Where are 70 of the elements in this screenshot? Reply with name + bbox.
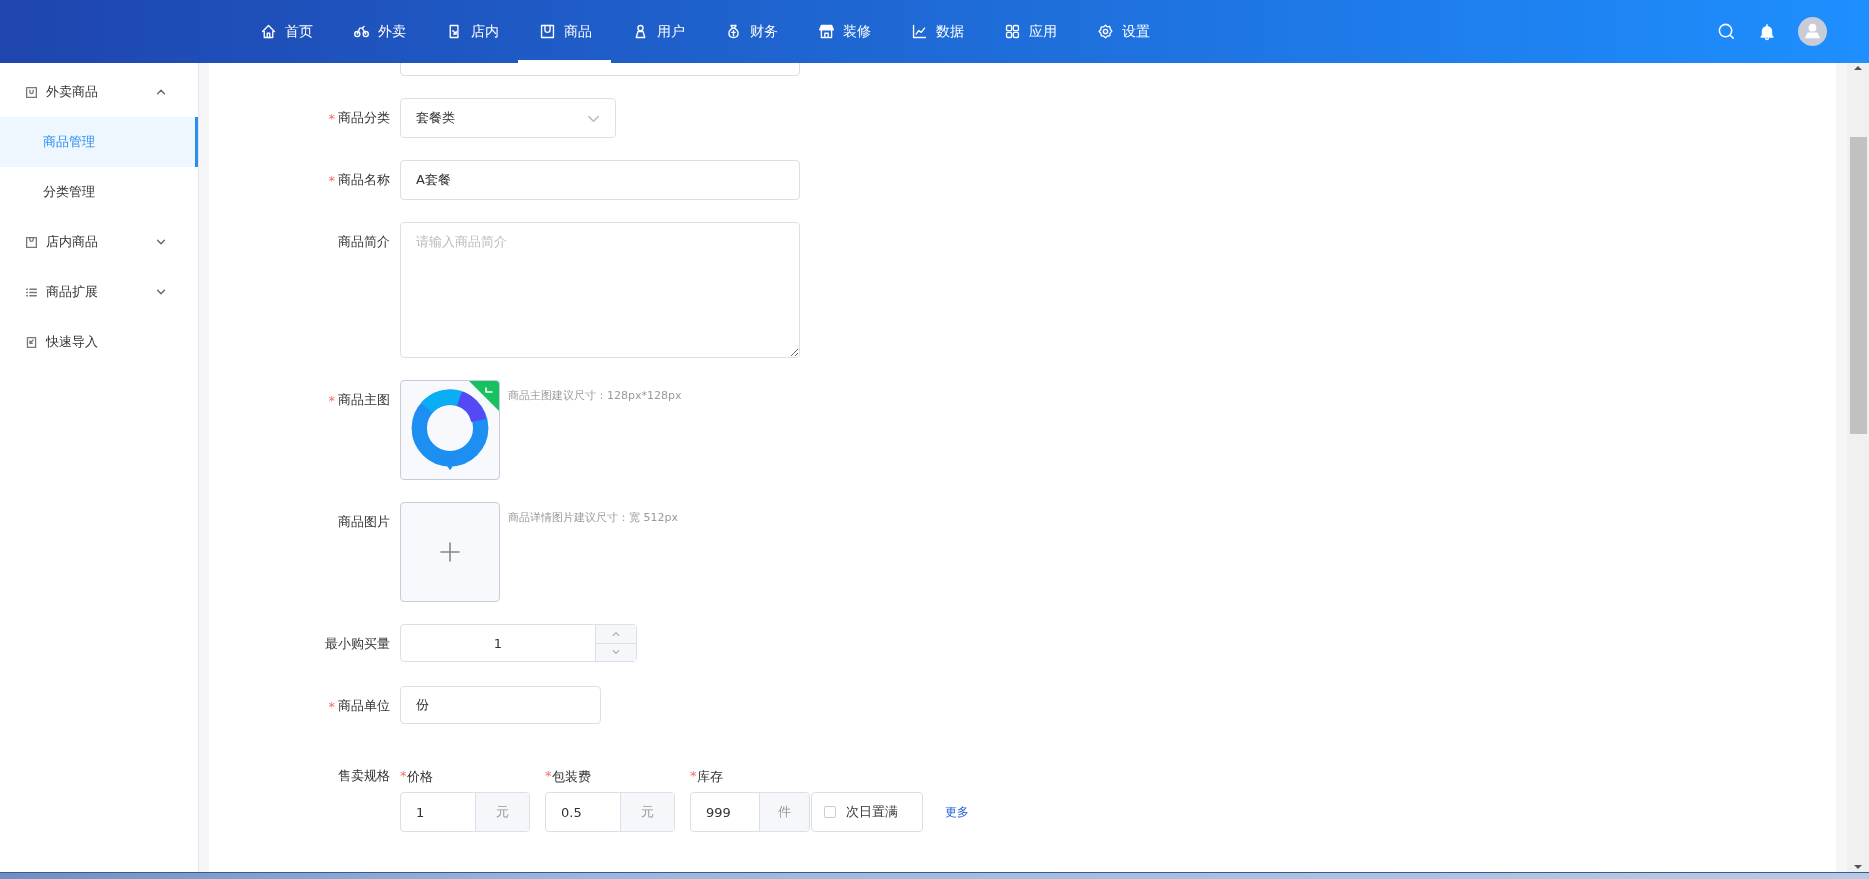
required-mark: * bbox=[328, 172, 335, 188]
import-icon bbox=[25, 335, 38, 349]
hint-text: 商品详情图片建议尺寸：宽 512px bbox=[508, 510, 678, 525]
input-value: 1 bbox=[415, 803, 426, 822]
search-icon[interactable] bbox=[1717, 22, 1736, 41]
required-mark: * bbox=[690, 768, 697, 784]
field-label: 最小购买量 bbox=[325, 635, 390, 653]
price-input-group[interactable]: 0.5 元 bbox=[545, 792, 675, 832]
column-label: 库存 bbox=[696, 768, 723, 784]
sidebar-item[interactable]: 快速导入 bbox=[0, 317, 198, 367]
money-bag-icon bbox=[725, 23, 742, 40]
field-label: 商品单位 bbox=[338, 697, 390, 715]
category-select[interactable]: 套餐类 bbox=[400, 98, 616, 138]
grid-icon bbox=[1004, 23, 1021, 40]
nav-tab[interactable]: 用户 bbox=[611, 0, 704, 63]
check-corner-badge-icon bbox=[469, 381, 499, 411]
sidebar-item[interactable]: 外卖商品 bbox=[0, 67, 198, 117]
avatar-icon[interactable] bbox=[1798, 17, 1827, 46]
required-mark: * bbox=[328, 392, 335, 408]
field-label: 商品名称 bbox=[338, 171, 390, 189]
column-label: 包装费 bbox=[551, 768, 591, 784]
scrollbar-thumb[interactable] bbox=[1849, 137, 1867, 434]
nav-tab[interactable]: 应用 bbox=[983, 0, 1076, 63]
bag-icon bbox=[25, 235, 38, 249]
sidebar-item[interactable]: 店内商品 bbox=[0, 217, 198, 267]
input-field[interactable]: A套餐 bbox=[400, 160, 800, 200]
sidebar-subitem[interactable]: 分类管理 bbox=[0, 167, 198, 217]
settings-icon bbox=[1097, 23, 1114, 40]
more-link[interactable]: 更多 bbox=[945, 803, 969, 821]
nav-tab[interactable]: 外卖 bbox=[332, 0, 425, 63]
nav-tab[interactable]: 首页 bbox=[239, 0, 332, 63]
unit-addon: 元 bbox=[620, 793, 674, 831]
nav-tab[interactable]: 财务 bbox=[704, 0, 797, 63]
required-mark: * bbox=[328, 110, 335, 126]
field-label: 商品主图 bbox=[338, 391, 390, 409]
bag-icon bbox=[539, 23, 556, 40]
textarea-field[interactable]: 请输入商品简介 bbox=[400, 222, 800, 358]
checkbox[interactable] bbox=[824, 806, 836, 818]
required-mark: * bbox=[328, 698, 335, 714]
scroll-up-arrow-icon[interactable] bbox=[1853, 63, 1863, 73]
input-value: 999 bbox=[705, 803, 732, 822]
input-value: 0.5 bbox=[560, 803, 583, 822]
plus-icon bbox=[438, 540, 462, 564]
field-label: 商品分类 bbox=[338, 109, 390, 127]
store-icon bbox=[818, 23, 835, 40]
price-input-group[interactable]: 999 件 bbox=[690, 792, 810, 832]
quantity-value: 1 bbox=[492, 635, 504, 651]
hint-text: 商品主图建议尺寸：128px*128px bbox=[508, 388, 682, 403]
field-label: 售卖规格 bbox=[338, 767, 390, 785]
required-mark: * bbox=[400, 768, 407, 784]
bell-icon[interactable] bbox=[1758, 22, 1776, 41]
home-icon bbox=[260, 23, 277, 40]
nav-tab[interactable]: 数据 bbox=[890, 0, 983, 63]
unit-field[interactable]: 份 bbox=[400, 686, 601, 724]
nav-tab[interactable]: 设置 bbox=[1076, 0, 1169, 63]
field-label: 商品图片 bbox=[338, 513, 390, 531]
sidebar-item[interactable]: 商品扩展 bbox=[0, 267, 198, 317]
unit-addon: 件 bbox=[759, 793, 809, 831]
column-label: 价格 bbox=[406, 768, 433, 784]
unit-addon: 元 bbox=[475, 793, 529, 831]
line-chart-icon bbox=[911, 23, 928, 40]
checkbox-option[interactable]: 次日置满 bbox=[811, 792, 923, 832]
nav-tab[interactable]: 店内 bbox=[425, 0, 518, 63]
nav-tab[interactable]: 装修 bbox=[797, 0, 890, 63]
bag-icon bbox=[25, 85, 38, 99]
scooter-icon bbox=[353, 23, 370, 40]
field-label: 商品简介 bbox=[338, 233, 390, 251]
price-input-group[interactable]: 1 元 bbox=[400, 792, 530, 832]
required-mark: * bbox=[545, 768, 552, 784]
scroll-down-arrow-icon[interactable] bbox=[1853, 862, 1863, 872]
